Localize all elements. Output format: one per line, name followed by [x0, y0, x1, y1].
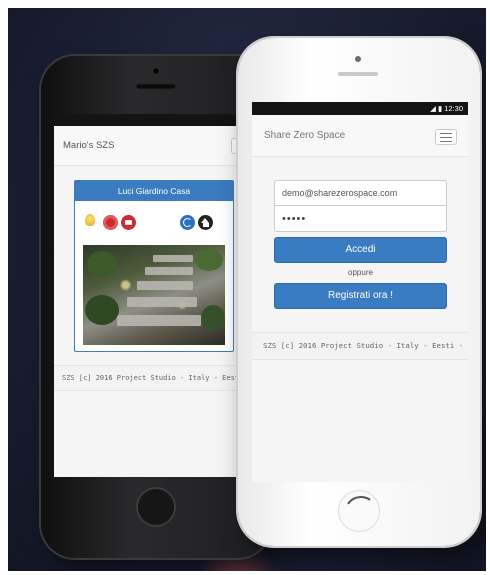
white-phone-home-button[interactable]	[338, 490, 380, 532]
status-time: 12:30	[444, 104, 463, 113]
signal-icon: ◢	[430, 104, 436, 113]
hamburger-icon[interactable]	[435, 129, 457, 145]
email-field[interactable]	[274, 180, 447, 206]
lightbulb-icon[interactable]	[85, 214, 95, 226]
status-bar: ◢ ▮	[54, 114, 257, 126]
footer: SZS [c] 2016 Project Studio - Italy - Ee…	[252, 332, 468, 360]
navbar-brand[interactable]: Share Zero Space	[264, 130, 345, 141]
white-phone-screen: ◢ ▮ 12:30 Share Zero Space Accedi oppure…	[252, 102, 468, 482]
white-phone: ◢ ▮ 12:30 Share Zero Space Accedi oppure…	[238, 38, 480, 546]
camera-icon[interactable]	[121, 215, 136, 230]
login-button[interactable]: Accedi	[274, 237, 447, 263]
navbar-brand[interactable]: Mario's SZS	[63, 140, 114, 151]
dark-phone-screen: ◢ ▮ Mario's SZS Luci Giardino Casa	[54, 114, 257, 477]
white-phone-speaker	[338, 72, 378, 76]
or-separator: oppure	[348, 268, 373, 277]
status-bar: ◢ ▮ 12:30	[252, 102, 468, 115]
home-icon[interactable]	[198, 215, 213, 230]
device-panel: Luci Giardino Casa	[74, 180, 234, 352]
power-icon[interactable]	[103, 215, 118, 230]
panel-title: Luci Giardino Casa	[75, 181, 233, 201]
dark-phone-speaker	[136, 84, 176, 89]
refresh-icon[interactable]	[180, 215, 195, 230]
white-phone-camera	[355, 56, 361, 62]
dark-phone-camera	[153, 68, 159, 74]
dark-phone-home-button[interactable]	[136, 487, 176, 527]
navbar: Share Zero Space	[252, 115, 468, 157]
battery-icon: ▮	[437, 104, 443, 113]
dark-phone: ◢ ▮ Mario's SZS Luci Giardino Casa	[41, 56, 271, 558]
password-field[interactable]	[274, 206, 447, 232]
login-form: Accedi oppure Registrati ora !	[274, 180, 447, 309]
footer: SZS [c] 2016 Project Studio - Italy - Ee…	[54, 365, 257, 391]
register-button[interactable]: Registrati ora !	[274, 283, 447, 309]
background: ◢ ▮ Mario's SZS Luci Giardino Casa	[8, 8, 486, 571]
control-icons	[75, 201, 233, 241]
garden-image	[83, 245, 225, 345]
navbar: Mario's SZS	[54, 126, 257, 166]
